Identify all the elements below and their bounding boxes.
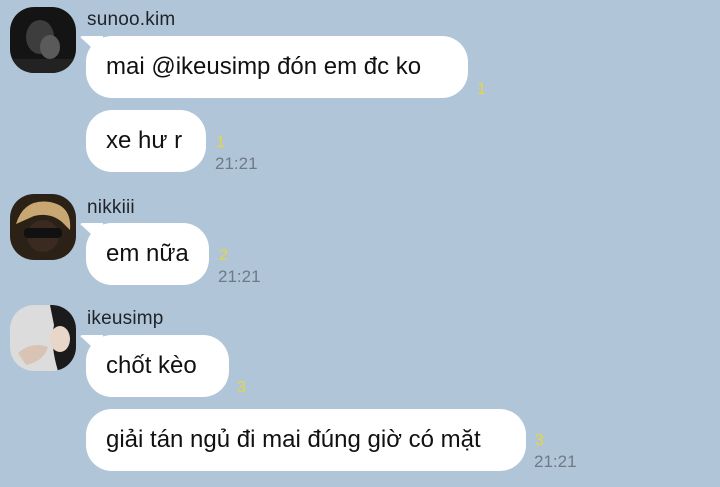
- message-bubble[interactable]: mai @ikeusimp đón em đc ko: [86, 36, 468, 98]
- unread-count: 2: [219, 247, 228, 264]
- message-text: em nữa: [106, 240, 189, 267]
- message-bubble[interactable]: xe hư r: [86, 110, 206, 172]
- message-bubble[interactable]: em nữa: [86, 223, 209, 285]
- avatar-sunoo[interactable]: [10, 7, 76, 73]
- profile-photo-icon: [10, 194, 76, 260]
- message-bubble[interactable]: chốt kèo: [86, 335, 229, 397]
- message-text: xe hư r: [106, 127, 183, 154]
- avatar-ikeusimp[interactable]: [10, 305, 76, 371]
- sender-name: sunoo.kim: [87, 9, 176, 30]
- profile-photo-icon: [10, 305, 76, 371]
- unread-count: 3: [535, 432, 544, 449]
- message-timestamp: 21:21: [215, 154, 258, 173]
- message-bubble[interactable]: giải tán ngủ đi mai đúng giờ có mặt: [86, 409, 526, 471]
- unread-count: 1: [477, 81, 486, 98]
- profile-photo-icon: [10, 7, 76, 73]
- message-text: mai @ikeusimp đón em đc ko: [106, 53, 422, 80]
- sender-name: nikkiii: [87, 197, 135, 218]
- message-timestamp: 21:21: [534, 452, 577, 471]
- unread-count: 1: [216, 134, 225, 151]
- message-timestamp: 21:21: [218, 267, 261, 286]
- avatar-nikkiii[interactable]: [10, 194, 76, 260]
- message-text: giải tán ngủ đi mai đúng giờ có mặt: [106, 426, 481, 453]
- sender-name: ikeusimp: [87, 308, 164, 329]
- unread-count: 3: [237, 379, 246, 396]
- message-text: chốt kèo: [106, 352, 197, 379]
